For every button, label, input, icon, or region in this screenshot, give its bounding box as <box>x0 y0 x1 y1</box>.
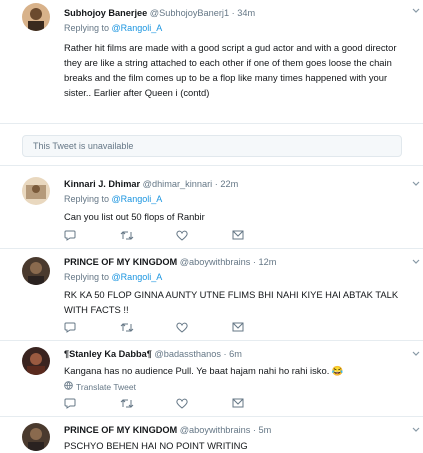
reply-icon[interactable] <box>64 320 120 334</box>
chevron-down-icon[interactable] <box>411 349 421 359</box>
unavailable-text: This Tweet is unavailable <box>33 141 134 151</box>
timestamp[interactable]: 5m <box>259 425 272 435</box>
author-handle[interactable]: @dhimar_kinnari <box>143 179 213 189</box>
tweet-actions <box>64 396 288 410</box>
translate-tweet-link[interactable]: Translate Tweet <box>64 381 411 392</box>
reply-icon[interactable] <box>64 228 120 242</box>
tweet-text: Can you list out 50 flops of Ranbir <box>64 211 205 222</box>
author-handle[interactable]: @SubhojoyBanerj1 <box>150 8 229 18</box>
heart-icon[interactable] <box>176 228 232 242</box>
replying-to-link[interactable]: @Rangoli_A <box>112 23 163 33</box>
author-name[interactable]: Subhojoy Banerjee <box>64 8 147 18</box>
replying-to-label: Replying to <box>64 194 110 204</box>
chevron-down-icon[interactable] <box>411 179 421 189</box>
tweet-text: Rather hit films are made with a good sc… <box>64 42 397 98</box>
envelope-icon[interactable] <box>232 228 288 242</box>
tweet-text: RK KA 50 FLOP GINNA AUNTY UTNE FLIMS BHI… <box>64 289 399 315</box>
timestamp[interactable]: 6m <box>229 349 242 359</box>
replying-to-label: Replying to <box>64 23 110 33</box>
globe-icon <box>64 381 73 392</box>
avatar[interactable] <box>22 3 50 31</box>
retweet-icon[interactable] <box>120 320 176 334</box>
timestamp[interactable]: 12m <box>259 257 277 267</box>
unavailable-tweet-box: This Tweet is unavailable <box>22 135 402 157</box>
timestamp[interactable]: 34m <box>237 8 255 18</box>
author-name[interactable]: ¶Stanley Ka Dabba¶ <box>64 349 152 359</box>
replying-to-link[interactable]: @Rangoli_A <box>112 272 163 282</box>
replying-to-link[interactable]: @Rangoli_A <box>112 194 163 204</box>
author-name[interactable]: Kinnari J. Dhimar <box>64 179 140 189</box>
tweet-item[interactable]: PRINCE OF MY KINGDOM @aboywithbrains · 5… <box>0 417 423 451</box>
envelope-icon[interactable] <box>232 320 288 334</box>
separator-dot: · <box>252 257 256 267</box>
tweet-item[interactable]: Subhojoy Banerjee @SubhojoyBanerj1 · 34m… <box>0 0 423 124</box>
avatar[interactable] <box>22 423 50 451</box>
replying-to: Replying to @Rangoli_A <box>64 22 411 34</box>
avatar[interactable] <box>22 177 50 205</box>
timestamp[interactable]: 22m <box>220 179 238 189</box>
separator-dot: · <box>252 425 256 435</box>
tweet-actions <box>64 228 288 242</box>
tweet-item[interactable]: ¶Stanley Ka Dabba¶ @badassthanos · 6m Ka… <box>0 341 423 417</box>
heart-icon[interactable] <box>176 320 232 334</box>
chevron-down-icon[interactable] <box>411 425 421 435</box>
author-name[interactable]: PRINCE OF MY KINGDOM <box>64 425 177 435</box>
tweet-text: PSCHYO BEHEN HAI NO POINT WRITING <box>64 440 248 451</box>
tweet-item[interactable]: PRINCE OF MY KINGDOM @aboywithbrains · 1… <box>0 249 423 341</box>
separator-dot: · <box>223 349 227 359</box>
heart-icon[interactable] <box>176 396 232 410</box>
chevron-down-icon[interactable] <box>411 257 421 267</box>
translate-tweet-label[interactable]: Translate Tweet <box>76 382 136 392</box>
author-name[interactable]: PRINCE OF MY KINGDOM <box>64 257 177 267</box>
tweet-text: Kangana has no audience Pull. Ye baat ha… <box>64 365 344 376</box>
reply-icon[interactable] <box>64 396 120 410</box>
chevron-down-icon[interactable] <box>411 6 421 16</box>
avatar[interactable] <box>22 257 50 285</box>
separator-dot: · <box>231 8 235 18</box>
replying-to-label: Replying to <box>64 272 110 282</box>
tweet-actions <box>64 320 288 334</box>
retweet-icon[interactable] <box>120 396 176 410</box>
author-handle[interactable]: @aboywithbrains <box>180 425 251 435</box>
tweet-item[interactable]: Kinnari J. Dhimar @dhimar_kinnari · 22m … <box>0 171 423 249</box>
separator-dot: · <box>214 179 218 189</box>
retweet-icon[interactable] <box>120 228 176 242</box>
replying-to: Replying to @Rangoli_A <box>64 271 411 283</box>
envelope-icon[interactable] <box>232 396 288 410</box>
author-handle[interactable]: @aboywithbrains <box>180 257 251 267</box>
author-handle[interactable]: @badassthanos <box>154 349 221 359</box>
replying-to: Replying to @Rangoli_A <box>64 193 411 205</box>
avatar[interactable] <box>22 347 50 375</box>
